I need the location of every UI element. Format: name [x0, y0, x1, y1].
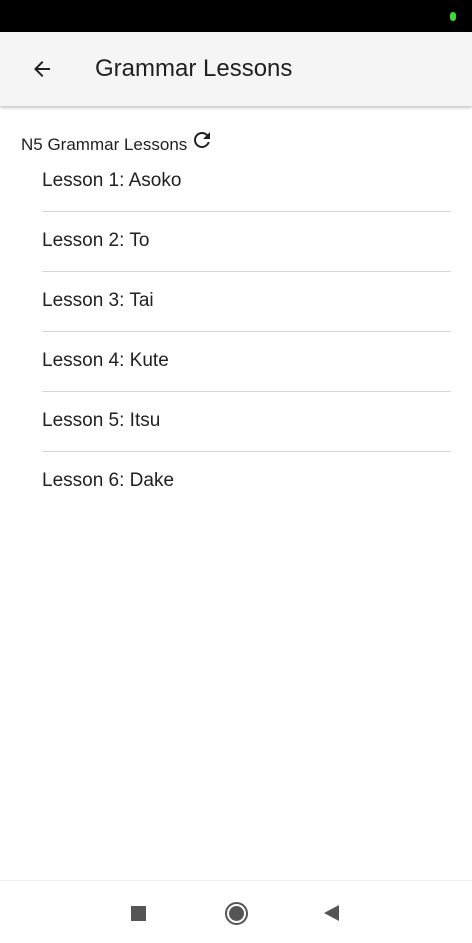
lesson-label: Lesson 5: Itsu: [42, 409, 161, 431]
triangle-back-icon: [323, 905, 339, 921]
lesson-item-4[interactable]: Lesson 4: Kute: [42, 332, 451, 392]
lesson-item-6[interactable]: Lesson 6: Dake: [42, 452, 451, 512]
lesson-item-2[interactable]: Lesson 2: To: [42, 212, 451, 272]
arrow-back-icon: [34, 61, 50, 77]
lesson-item-5[interactable]: Lesson 5: Itsu: [42, 392, 451, 452]
refresh-button[interactable]: [190, 128, 214, 152]
system-back-button[interactable]: [314, 896, 348, 930]
lesson-item-3[interactable]: Lesson 3: Tai: [42, 272, 451, 332]
lesson-label: Lesson 4: Kute: [42, 349, 169, 371]
lesson-label: Lesson 3: Tai: [42, 289, 154, 311]
lesson-label: Lesson 6: Dake: [42, 470, 175, 491]
lesson-label: Lesson 1: Asoko: [42, 169, 182, 191]
circle-icon: [224, 901, 248, 925]
app-bar: Grammar Lessons: [0, 32, 472, 106]
square-icon: [130, 905, 146, 921]
page-title: Grammar Lessons: [95, 55, 293, 82]
lesson-item-1[interactable]: Lesson 1: Asoko: [42, 152, 451, 212]
lesson-label: Lesson 2: To: [42, 229, 150, 251]
status-bar: [0, 0, 472, 32]
battery-indicator-icon: [450, 12, 456, 21]
home-button[interactable]: [219, 896, 253, 930]
recents-button[interactable]: [121, 896, 155, 930]
circle-inner: [228, 905, 244, 921]
screen: Grammar Lessons N5 Grammar Lessons Lesso…: [0, 0, 472, 943]
back-button[interactable]: [18, 45, 66, 93]
refresh-icon: [194, 132, 211, 148]
lesson-list: Lesson 1: Asoko Lesson 2: To Lesson 3: T…: [42, 152, 451, 512]
system-navigation-bar: [0, 880, 472, 943]
